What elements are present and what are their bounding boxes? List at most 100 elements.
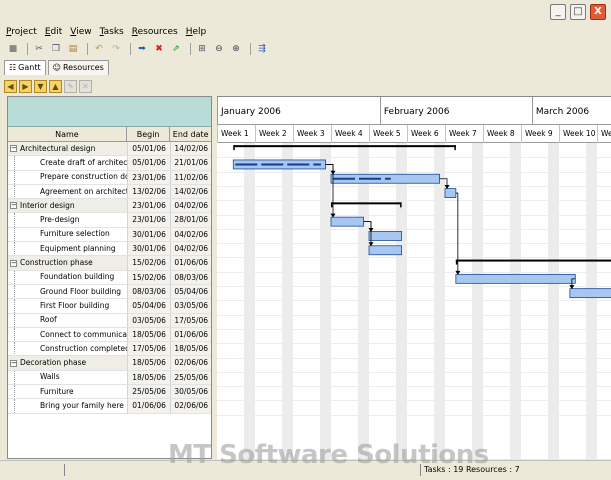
tree-indent	[14, 284, 40, 299]
undo-icon[interactable]: ↶	[92, 42, 106, 56]
task-row[interactable]: Foundation building 15/02/06 08/03/06	[8, 270, 211, 285]
task-begin-date: 13/02/06	[126, 184, 171, 199]
task-end-date: 18/05/06	[170, 342, 211, 356]
column-header-end[interactable]: End date	[170, 127, 211, 141]
task-row[interactable]: Ground Floor building 08/03/06 05/04/06	[8, 284, 211, 300]
menu-project[interactable]: Project	[6, 24, 37, 40]
menu-edit[interactable]: Edit	[45, 24, 62, 40]
menu-view[interactable]: View	[70, 24, 91, 40]
task-end-date: 08/03/06	[170, 270, 211, 284]
task-name: Furniture	[40, 386, 74, 396]
link-task-icon[interactable]: ⇗	[169, 42, 183, 56]
summary-bar[interactable]	[233, 145, 456, 148]
tab-gantt[interactable]: ☷ Gantt	[4, 60, 46, 75]
task-row[interactable]: Furniture 25/05/06 30/05/06	[8, 385, 211, 400]
critical-path-icon[interactable]: ⇶	[255, 42, 269, 56]
task-name: First Floor building	[40, 300, 110, 310]
column-header-name[interactable]: Name	[8, 127, 127, 141]
task-row[interactable]: Pre-design 23/01/06 28/01/06	[8, 213, 211, 228]
task-begin-date: 23/01/06	[126, 170, 171, 184]
move-right-icon[interactable]: ▶	[19, 79, 32, 93]
task-bar[interactable]	[368, 231, 402, 241]
toolbar-separator	[190, 43, 191, 55]
collapse-icon[interactable]: −	[10, 202, 17, 210]
task-begin-date: 15/02/06	[126, 270, 171, 284]
summary-bar[interactable]	[331, 202, 402, 205]
task-group-row[interactable]: − Construction phase 15/02/06 01/06/06	[8, 256, 211, 271]
edit-icon[interactable]: ✎	[64, 79, 77, 93]
task-row[interactable]: Agreement on architect... 13/02/06 14/02/0…	[8, 184, 211, 200]
menu-tasks[interactable]: Tasks	[100, 24, 124, 40]
task-bar[interactable]	[330, 216, 364, 227]
task-row[interactable]: Roof 03/05/06 17/05/06	[8, 313, 211, 328]
menu-resources[interactable]: Resources	[132, 24, 178, 40]
task-name: Decoration phase	[20, 358, 87, 368]
collapse-icon[interactable]: −	[10, 359, 17, 367]
task-bar[interactable]	[368, 245, 402, 256]
task-row[interactable]: Bring your family here 01/06/06 02/06/06	[8, 399, 211, 414]
task-row[interactable]: Equipment planning 30/01/06 04/02/06	[8, 242, 211, 257]
task-name-cell: Roof	[8, 313, 127, 327]
tab-resources[interactable]: ☺ Resources	[47, 60, 109, 75]
tree-indent	[14, 227, 40, 242]
task-begin-date: 05/04/06	[126, 299, 171, 313]
minimize-button[interactable]: _	[550, 4, 566, 20]
task-name-cell: − Architectural design	[8, 142, 127, 155]
unlink-icon[interactable]: ✕	[79, 79, 92, 93]
stop-icon[interactable]: ■	[6, 42, 20, 56]
collapse-icon[interactable]: −	[10, 259, 17, 267]
summary-bar-cap	[331, 202, 333, 208]
task-name: Agreement on architect...	[40, 186, 127, 196]
task-begin-date: 08/03/06	[126, 284, 171, 299]
indent-task-icon[interactable]: ➡	[135, 42, 149, 56]
summary-bar-cap	[455, 259, 458, 265]
task-name: Create draft of architec...	[40, 157, 127, 167]
zoom-in-icon[interactable]: ⊕	[229, 42, 243, 56]
paste-icon[interactable]: ▤	[66, 42, 80, 56]
toolbar: ■ ✂ ❐ ▤ ↶ ↷ ➡ ✖ ⇗ ⊞ ⊖ ⊕ ⇶	[0, 40, 611, 58]
column-header-begin[interactable]: Begin date	[127, 127, 171, 154]
delete-task-icon[interactable]: ✖	[152, 42, 166, 56]
collapse-icon[interactable]: −	[10, 145, 17, 153]
task-row[interactable]: Construction completed 17/05/06 18/05/06	[8, 342, 211, 357]
task-row[interactable]: Walls 18/05/06 25/05/06	[8, 370, 211, 386]
summary-bar-cap	[233, 145, 235, 151]
menu-help[interactable]: Help	[186, 24, 207, 40]
task-group-row[interactable]: − Decoration phase 18/05/06 02/06/06	[8, 356, 211, 371]
task-row[interactable]: Furniture selection 30/01/06 04/02/06	[8, 227, 211, 243]
summary-bar[interactable]	[455, 259, 611, 262]
task-bar[interactable]	[444, 188, 457, 198]
task-end-date: 03/05/06	[170, 299, 211, 313]
task-row[interactable]: Connect to communicati...18/05/0601/06/0…	[8, 327, 211, 343]
tree-indent	[14, 242, 40, 256]
zoom-out-icon[interactable]: ⊖	[212, 42, 226, 56]
cut-icon[interactable]: ✂	[32, 42, 46, 56]
grid-icon[interactable]: ⊞	[195, 42, 209, 56]
task-group-row[interactable]: − Architectural design 05/01/06 14/02/06	[8, 142, 211, 157]
maximize-button[interactable]: □	[570, 4, 586, 20]
task-table-spacer	[8, 97, 211, 127]
move-left-icon[interactable]: ◀	[4, 79, 17, 93]
menu-label: roject	[11, 27, 37, 37]
task-end-date: 02/06/06	[170, 356, 211, 370]
task-table: Name Begin date End date −Architectural …	[7, 96, 212, 459]
task-bar[interactable]	[455, 273, 576, 284]
task-group-row[interactable]: − Interior design 23/01/06 04/02/06	[8, 199, 211, 214]
task-name: Furniture selection	[40, 229, 110, 239]
copy-icon[interactable]: ❐	[49, 42, 63, 56]
move-down-icon[interactable]: ▼	[34, 79, 47, 93]
move-up-icon[interactable]: ▲	[49, 79, 62, 93]
redo-icon[interactable]: ↷	[109, 42, 123, 56]
task-name: Roof	[40, 315, 57, 325]
tree-indent	[14, 385, 40, 399]
task-end-date: 30/05/06	[170, 385, 211, 399]
task-row[interactable]: Create draft of architec... 05/01/06 21/01…	[8, 156, 211, 171]
task-row[interactable]: Prepare construction do...23/01/0611/02/…	[8, 170, 211, 185]
task-bar[interactable]	[569, 288, 611, 299]
tree-indent	[14, 327, 40, 342]
close-button[interactable]: X	[590, 4, 606, 20]
task-end-date: 01/06/06	[170, 327, 211, 342]
task-row[interactable]: First Floor building 05/04/06 03/05/06	[8, 299, 211, 314]
task-name-cell: Agreement on architect...	[8, 184, 127, 199]
gantt-bars[interactable]	[217, 97, 611, 459]
